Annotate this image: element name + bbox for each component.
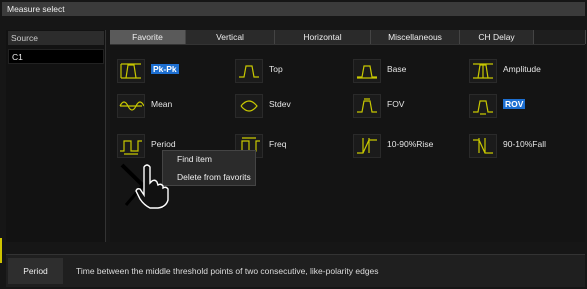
source-item-c1[interactable]: C1 <box>8 49 104 64</box>
selected-measure-name: Period <box>8 258 63 284</box>
measure-label: Pk-Pk <box>151 64 179 74</box>
hand-cursor-icon <box>120 163 169 209</box>
favorite-measurements-grid: Pk-Pk Top Base Amplitude Mean Stdev FOV ROV Peri… <box>110 44 585 242</box>
measure-label: Freq <box>269 139 287 149</box>
mean-icon <box>117 94 145 118</box>
measure-label: 90-10%Fall <box>503 139 546 149</box>
measure-label: Period <box>151 139 176 149</box>
base-icon <box>353 59 381 83</box>
measure-label: Stdev <box>269 99 291 109</box>
context-menu-find-item[interactable]: Find item <box>177 154 212 164</box>
fov-icon <box>353 94 381 118</box>
measure-item-rov[interactable]: ROV <box>469 94 579 118</box>
top-icon <box>235 59 263 83</box>
measure-label: ROV <box>503 99 526 109</box>
rov-icon <box>469 94 497 118</box>
measure-label: Top <box>269 64 283 74</box>
stdev-icon <box>235 94 263 118</box>
channel-marker <box>0 238 2 263</box>
measure-item-10-90-rise[interactable]: 10-90%Rise <box>353 134 463 158</box>
measure-item-fov[interactable]: FOV <box>353 94 463 118</box>
tab-ch-delay[interactable]: CH Delay <box>460 30 534 44</box>
measure-label: 10-90%Rise <box>387 139 434 149</box>
measure-item-mean[interactable]: Mean <box>117 94 227 118</box>
tab-vertical[interactable]: Vertical <box>186 30 275 44</box>
measure-item-pk-pk[interactable]: Pk-Pk <box>117 59 227 83</box>
measure-item-base[interactable]: Base <box>353 59 463 83</box>
measure-item-top[interactable]: Top <box>235 59 345 83</box>
source-label: Source <box>8 31 104 45</box>
selected-measure-description: Time between the middle threshold points… <box>76 266 379 276</box>
measure-label: Mean <box>151 99 173 109</box>
measure-label: FOV <box>387 99 405 109</box>
tab-horizontal[interactable]: Horizontal <box>275 30 371 44</box>
amplitude-icon <box>469 59 497 83</box>
rise-icon <box>353 134 381 158</box>
measure-item-stdev[interactable]: Stdev <box>235 94 345 118</box>
tab-bar-filler <box>534 30 586 44</box>
context-menu-delete-from-favorites[interactable]: Delete from favorits <box>177 172 251 182</box>
tab-miscellaneous[interactable]: Miscellaneous <box>371 30 460 44</box>
tab-favorite[interactable]: Favorite <box>110 30 186 44</box>
tab-bar: Favorite Vertical Horizontal Miscellaneo… <box>110 30 586 44</box>
measure-item-amplitude[interactable]: Amplitude <box>469 59 579 83</box>
pk-pk-icon <box>117 59 145 83</box>
fall-icon <box>469 134 497 158</box>
measure-label: Base <box>387 64 407 74</box>
measure-label: Amplitude <box>503 64 541 74</box>
measure-item-90-10-fall[interactable]: 90-10%Fall <box>469 134 579 158</box>
window-title: Measure select <box>2 2 585 16</box>
